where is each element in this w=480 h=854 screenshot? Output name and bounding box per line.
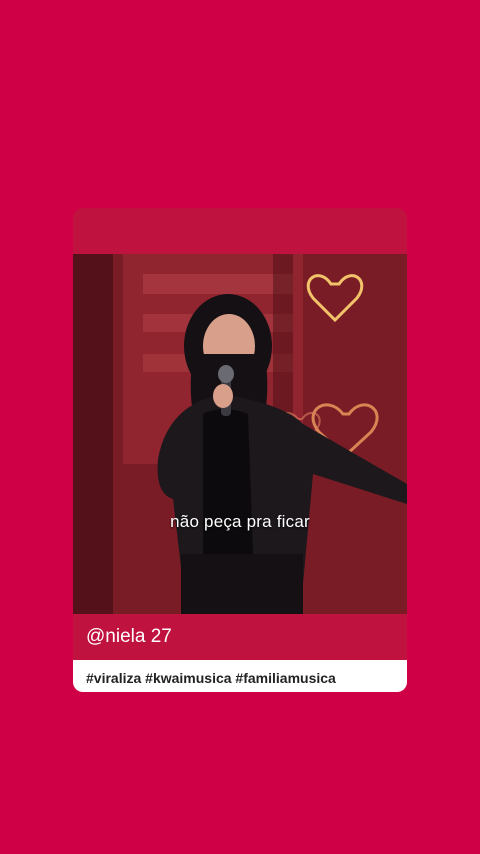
post-card[interactable]: não peça pra ficar @niela 27 #viraliza #… [73, 208, 407, 692]
author-bar: @niela 27 [73, 614, 407, 660]
video-subtitle: não peça pra ficar [170, 512, 310, 531]
card-header [73, 208, 407, 254]
author-username[interactable]: @niela 27 [86, 626, 172, 648]
video-player[interactable]: não peça pra ficar [73, 254, 407, 614]
video-frame-illustration [73, 254, 407, 614]
hashtags-bar: #viraliza #kwaimusica #familiamusica [73, 660, 407, 692]
hashtags-text[interactable]: #viraliza #kwaimusica #familiamusica [86, 670, 336, 686]
